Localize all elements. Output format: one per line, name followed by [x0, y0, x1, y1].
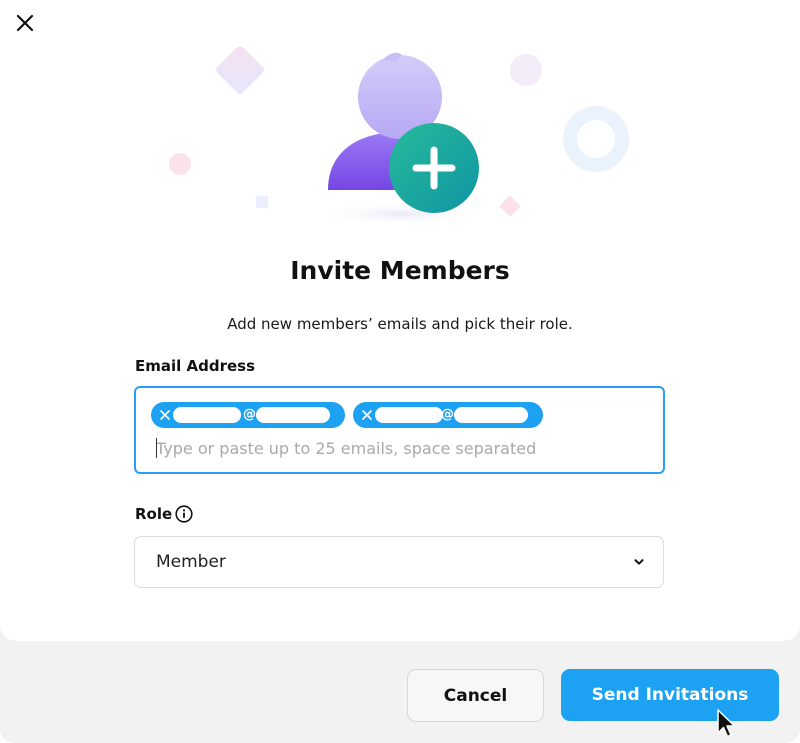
- invite-members-dialog: Invite Members Add new members’ emails a…: [0, 0, 800, 743]
- diamond-shape: [499, 195, 521, 217]
- send-invitations-button[interactable]: Send Invitations: [561, 669, 779, 721]
- mouse-pointer-icon: [717, 709, 736, 738]
- add-user-illustration: [169, 46, 629, 226]
- role-select[interactable]: Member: [134, 536, 664, 588]
- info-icon[interactable]: [175, 505, 193, 523]
- chevron-down-icon: [634, 559, 644, 565]
- chip-email-local: [173, 407, 241, 423]
- chip-email-domain: [256, 407, 330, 423]
- dot-shape: [510, 54, 542, 86]
- cancel-button[interactable]: Cancel: [407, 669, 544, 722]
- diamond-shape: [216, 46, 264, 94]
- text-caret: [156, 438, 157, 458]
- chip-at-sign: @: [243, 407, 256, 422]
- email-chip: @: [353, 402, 543, 428]
- chip-email-domain: [454, 407, 528, 423]
- email-input[interactable]: [156, 436, 636, 460]
- chip-email-local: [375, 407, 443, 423]
- role-label: Role: [135, 505, 173, 523]
- email-chip: @: [151, 402, 345, 428]
- ring-shape: [563, 106, 629, 172]
- remove-icon: [160, 410, 170, 420]
- remove-chip-button[interactable]: [360, 405, 374, 425]
- remove-icon: [362, 410, 372, 420]
- chip-at-sign: @: [441, 407, 454, 422]
- email-field[interactable]: @ @: [134, 386, 665, 474]
- dot-shape: [169, 153, 191, 175]
- dialog-body: Invite Members Add new members’ emails a…: [0, 0, 800, 641]
- email-label: Email Address: [135, 357, 256, 375]
- dialog-subtitle: Add new members’ emails and pick their r…: [227, 315, 573, 333]
- role-selected-value: Member: [156, 552, 226, 572]
- page-title: Invite Members: [290, 256, 510, 285]
- square-shape: [256, 196, 268, 208]
- remove-chip-button[interactable]: [158, 405, 172, 425]
